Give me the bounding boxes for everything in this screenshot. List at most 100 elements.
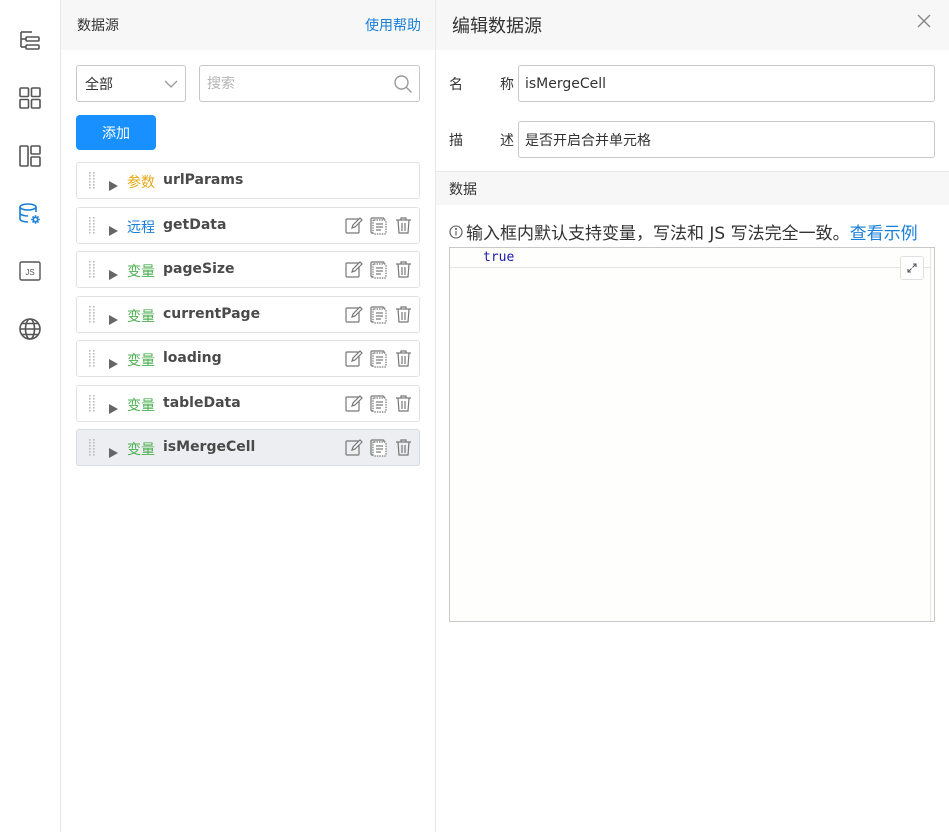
edit-datasource-panel: 编辑数据源 名 称 描 述 数据 输入框内默认支持变量，写法 bbox=[436, 0, 949, 832]
description-label-char-1: 描 bbox=[449, 132, 463, 149]
expand-caret-icon[interactable] bbox=[109, 221, 118, 236]
duplicate-icon[interactable] bbox=[369, 305, 388, 324]
name-label-char-1: 名 bbox=[449, 76, 463, 93]
datasource-panel-header: 数据源 使用帮助 bbox=[61, 0, 435, 50]
data-section-header: 数据 bbox=[436, 171, 949, 205]
drag-handle-icon[interactable] bbox=[88, 261, 98, 279]
type-filter-select[interactable]: 全部 bbox=[76, 65, 186, 102]
datasource-type: 变量 bbox=[127, 308, 155, 325]
datasource-name: getData bbox=[163, 216, 227, 233]
view-example-link[interactable]: 查看示例 bbox=[850, 219, 918, 244]
name-input[interactable] bbox=[518, 65, 935, 102]
edit-icon[interactable] bbox=[344, 394, 363, 413]
drag-handle-icon[interactable] bbox=[88, 305, 98, 324]
description-input[interactable] bbox=[518, 121, 935, 158]
delete-icon[interactable] bbox=[394, 216, 413, 235]
search-box bbox=[199, 65, 420, 102]
drag-handle-icon[interactable] bbox=[88, 172, 98, 190]
drag-handle-icon[interactable] bbox=[88, 216, 98, 235]
drag-handle-icon[interactable] bbox=[88, 350, 98, 368]
filter-selected-value: 全部 bbox=[85, 76, 113, 93]
variable-hint: 输入框内默认支持变量，写法和 JS 写法完全一致。 查看示例 bbox=[449, 219, 949, 244]
name-row: 名 称 bbox=[436, 65, 949, 102]
duplicate-icon[interactable] bbox=[369, 216, 388, 235]
js-icon-label: JS bbox=[25, 268, 34, 277]
components-grid-icon[interactable] bbox=[12, 80, 48, 116]
expand-caret-icon[interactable] bbox=[109, 354, 118, 369]
datasource-actions bbox=[344, 394, 413, 413]
database-settings-icon[interactable] bbox=[12, 196, 48, 232]
editor-header: 编辑数据源 bbox=[436, 0, 949, 50]
add-datasource-button[interactable]: 添加 bbox=[76, 115, 156, 150]
chevron-down-icon bbox=[164, 80, 178, 88]
js-code-icon[interactable]: JS bbox=[12, 253, 48, 289]
drag-handle-icon[interactable] bbox=[88, 394, 98, 413]
datasource-name: loading bbox=[163, 350, 222, 366]
duplicate-icon[interactable] bbox=[369, 438, 388, 457]
delete-icon[interactable] bbox=[394, 349, 413, 368]
datasource-type: 变量 bbox=[127, 442, 155, 458]
datasource-item-urlParams[interactable]: 参数 urlParams bbox=[76, 162, 420, 199]
delete-icon[interactable] bbox=[394, 394, 413, 413]
duplicate-icon[interactable] bbox=[369, 349, 388, 368]
editor-title: 编辑数据源 bbox=[452, 16, 542, 37]
datasource-item-tableData[interactable]: 变量 tableData bbox=[76, 384, 420, 422]
expand-caret-icon[interactable] bbox=[109, 176, 118, 191]
datasource-name: currentPage bbox=[163, 305, 261, 322]
datasource-name: pageSize bbox=[163, 261, 235, 277]
outline-tree-icon[interactable] bbox=[12, 22, 48, 58]
datasource-type: 变量 bbox=[127, 264, 155, 280]
datasource-panel: 数据源 使用帮助 全部 添加 参数 urlParams 远程 getData 变量 pag… bbox=[61, 0, 436, 832]
datasource-actions bbox=[344, 349, 413, 368]
datasource-actions bbox=[344, 260, 413, 279]
edit-icon[interactable] bbox=[344, 260, 363, 279]
app-root: JS 数据源 使用帮助 全部 添加 参数url bbox=[0, 0, 949, 832]
search-input[interactable] bbox=[200, 66, 419, 101]
duplicate-icon[interactable] bbox=[369, 394, 388, 413]
datasource-name: urlParams bbox=[163, 172, 244, 188]
expand-editor-button[interactable] bbox=[900, 256, 924, 280]
datasource-type: 变量 bbox=[127, 397, 155, 414]
icon-rail: JS bbox=[0, 0, 61, 832]
edit-icon[interactable] bbox=[344, 349, 363, 368]
drag-handle-icon[interactable] bbox=[88, 439, 98, 457]
hint-text: 输入框内默认支持变量，写法和 JS 写法完全一致。 bbox=[466, 224, 850, 244]
globe-icon[interactable] bbox=[12, 311, 48, 347]
search-icon[interactable] bbox=[393, 74, 413, 94]
datasource-actions bbox=[344, 305, 413, 324]
datasource-item-pageSize[interactable]: 变量 pageSize bbox=[76, 251, 420, 288]
expand-caret-icon[interactable] bbox=[109, 310, 118, 325]
expand-caret-icon[interactable] bbox=[109, 399, 118, 414]
description-row: 描 述 bbox=[436, 121, 949, 158]
edit-icon[interactable] bbox=[344, 216, 363, 235]
datasource-item-currentPage[interactable]: 变量 currentPage bbox=[76, 295, 420, 333]
datasource-actions bbox=[344, 438, 413, 457]
close-icon[interactable] bbox=[915, 12, 933, 30]
page-layout-icon[interactable] bbox=[12, 138, 48, 174]
delete-icon[interactable] bbox=[394, 260, 413, 279]
edit-icon[interactable] bbox=[344, 438, 363, 457]
description-label-char-2: 述 bbox=[500, 132, 514, 149]
code-editor[interactable]: true bbox=[449, 247, 935, 622]
datasource-name: isMergeCell bbox=[163, 439, 256, 455]
expand-icon bbox=[907, 263, 917, 273]
datasource-list: 参数 urlParams 远程 getData 变量 pageSize 变量 currentP… bbox=[76, 162, 420, 474]
expand-caret-icon[interactable] bbox=[109, 443, 118, 458]
info-icon bbox=[449, 224, 463, 239]
datasource-name: tableData bbox=[163, 394, 241, 411]
code-editor-scrollbar-track bbox=[930, 248, 931, 621]
datasource-item-loading[interactable]: 变量 loading bbox=[76, 340, 420, 377]
delete-icon[interactable] bbox=[394, 305, 413, 324]
datasource-item-getData[interactable]: 远程 getData bbox=[76, 206, 420, 244]
edit-icon[interactable] bbox=[344, 305, 363, 324]
expand-caret-icon[interactable] bbox=[109, 265, 118, 280]
datasource-type: 变量 bbox=[127, 353, 155, 369]
datasource-type: 参数 bbox=[127, 175, 155, 191]
data-section-title: 数据 bbox=[449, 181, 477, 198]
name-label: 名 称 bbox=[449, 74, 514, 94]
datasource-item-isMergeCell[interactable]: 变量 isMergeCell bbox=[76, 429, 420, 466]
code-line: true bbox=[450, 248, 930, 268]
duplicate-icon[interactable] bbox=[369, 260, 388, 279]
delete-icon[interactable] bbox=[394, 438, 413, 457]
help-link[interactable]: 使用帮助 bbox=[365, 15, 421, 35]
